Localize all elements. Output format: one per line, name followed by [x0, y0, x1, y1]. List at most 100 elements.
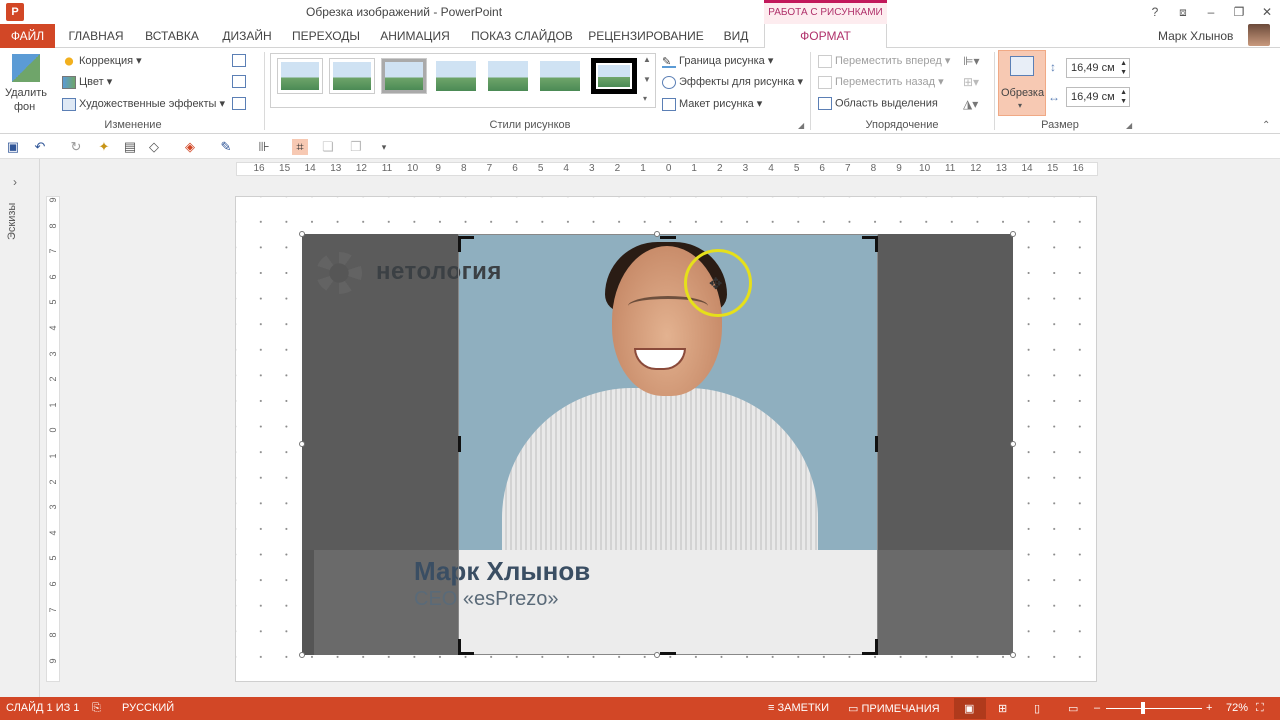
bring-front-qat-icon[interactable]: ❏ [320, 139, 336, 155]
zoom-out-icon[interactable]: – [1094, 702, 1100, 714]
zoom-slider-track[interactable] [1106, 708, 1202, 709]
style-thumb-3[interactable] [381, 58, 427, 94]
language-indicator[interactable]: РУССКИЙ [122, 702, 174, 714]
style-thumb-1[interactable] [277, 58, 323, 94]
group-objects-icon[interactable]: ⊞▾ [963, 75, 979, 89]
tab-transitions[interactable]: ПЕРЕХОДЫ [288, 24, 364, 48]
zoom-level[interactable]: 72% [1226, 702, 1248, 714]
spellcheck-icon[interactable]: ⎘ [92, 702, 101, 715]
slide-counter[interactable]: СЛАЙД 1 ИЗ 1 [6, 702, 79, 714]
send-backward-button[interactable]: Переместить назад ▾ [818, 75, 944, 89]
remove-bg-label2[interactable]: фон [14, 101, 35, 113]
resize-handle-left[interactable] [299, 441, 305, 447]
fit-slide-icon[interactable]: ⛶ [1256, 702, 1264, 715]
tab-view[interactable]: ВИД [714, 24, 758, 48]
tab-home[interactable]: ГЛАВНАЯ [62, 24, 130, 48]
align-icon[interactable]: ⊫▾ [963, 54, 979, 68]
v-ruler-number: 4 [48, 530, 58, 536]
fill-color-icon[interactable]: ◈ [182, 139, 198, 155]
zoom-in-icon[interactable]: + [1206, 702, 1212, 714]
picture-effects-button[interactable]: Эффекты для рисунка ▾ [662, 75, 803, 89]
crop-dropdown-icon[interactable]: ▾ [1018, 101, 1022, 110]
gallery-more-icon[interactable]: ▾ [643, 94, 647, 103]
picture-layout-button[interactable]: Макет рисунка ▾ [662, 97, 762, 111]
powerpoint-app-icon[interactable]: P [6, 3, 24, 21]
save-icon[interactable]: ▣ [5, 139, 21, 155]
arrange-icon[interactable]: ⊪ [256, 139, 272, 155]
resize-handle-bottom[interactable] [654, 652, 660, 658]
remove-background-icon[interactable] [12, 54, 40, 82]
height-spinner-icon[interactable]: ▲ ▼ [1120, 59, 1129, 77]
width-field[interactable]: 16,49 см ▲ ▼ [1066, 87, 1130, 107]
tab-animation[interactable]: АНИМАЦИЯ [372, 24, 458, 48]
collapse-ribbon-icon[interactable]: ⌃ [1262, 120, 1270, 131]
crop-handle-tl-v[interactable] [458, 236, 461, 252]
change-picture-icon[interactable] [232, 75, 246, 88]
shapes-icon[interactable]: ◇ [146, 139, 162, 155]
tab-slideshow[interactable]: ПОКАЗ СЛАЙДОВ [466, 24, 578, 48]
tab-design[interactable]: ДИЗАЙН [214, 24, 280, 48]
restore-icon[interactable]: ❐ [1228, 2, 1250, 22]
style-thumb-7[interactable] [591, 58, 637, 94]
style-thumb-6[interactable] [537, 58, 583, 94]
crop-handle-right[interactable] [875, 436, 878, 452]
reading-view-icon[interactable]: ▯ [1034, 702, 1040, 715]
tab-format[interactable]: ФОРМАТ [764, 24, 887, 49]
style-thumb-2[interactable] [329, 58, 375, 94]
gallery-down-icon[interactable]: ▼ [643, 75, 651, 84]
resize-handle-tr[interactable] [1010, 231, 1016, 237]
tab-insert[interactable]: ВСТАВКА [138, 24, 206, 48]
style-thumb-4[interactable] [433, 58, 479, 94]
sorter-view-icon[interactable]: ⊞ [998, 702, 1007, 715]
notes-button[interactable]: ≡ ЗАМЕТКИ [768, 702, 829, 714]
crop-handle-bl-v[interactable] [458, 639, 461, 655]
gallery-up-icon[interactable]: ▲ [643, 55, 651, 64]
styles-dialog-launcher-icon[interactable]: ◢ [798, 121, 804, 130]
customize-qat-icon[interactable]: ▾ [376, 139, 392, 155]
artistic-effects-button[interactable]: Художественные эффекты ▾ [62, 97, 225, 111]
crop-handle-tr-v[interactable] [875, 236, 878, 252]
bring-forward-button[interactable]: Переместить вперед ▾ [818, 54, 950, 68]
crop-handle-bottom[interactable] [660, 652, 676, 655]
avatar[interactable] [1248, 24, 1270, 46]
redo-icon[interactable]: ↻ [68, 139, 84, 155]
resize-handle-top[interactable] [654, 231, 660, 237]
ribbon-display-icon[interactable]: ⧈ [1172, 2, 1194, 22]
minimize-icon[interactable]: – [1200, 2, 1222, 22]
comments-button[interactable]: ▭ ПРИМЕЧАНИЯ [848, 702, 940, 715]
correction-button[interactable]: Коррекция ▾ [62, 54, 142, 68]
slideshow-view-icon[interactable]: ▭ [1068, 702, 1078, 715]
outline-color-icon[interactable]: ✎ [218, 139, 234, 155]
resize-handle-right[interactable] [1010, 441, 1016, 447]
tab-review[interactable]: РЕЦЕНЗИРОВАНИЕ [586, 24, 706, 48]
width-spinner-icon[interactable]: ▲ ▼ [1120, 88, 1129, 106]
reset-picture-icon[interactable] [232, 97, 246, 110]
rotate-icon[interactable]: ◮▾ [963, 97, 978, 111]
crop-handle-left[interactable] [458, 436, 461, 452]
close-icon[interactable]: ✕ [1256, 2, 1278, 22]
zoom-slider-thumb[interactable] [1141, 702, 1145, 714]
crop-handle-top[interactable] [660, 236, 676, 239]
format-painter-icon[interactable]: ✦ [96, 139, 112, 155]
height-field[interactable]: 16,49 см ▲ ▼ [1066, 58, 1130, 78]
send-back-qat-icon[interactable]: ❐ [348, 139, 364, 155]
crop-qat-icon[interactable]: ⌗ [292, 139, 308, 155]
style-thumb-5[interactable] [485, 58, 531, 94]
textbox-icon[interactable]: ▤ [122, 139, 138, 155]
picture-border-button[interactable]: ✎ Граница рисунка ▾ [662, 54, 773, 68]
resize-handle-tl[interactable] [299, 231, 305, 237]
selection-pane-button[interactable]: Область выделения [818, 97, 938, 110]
compress-icon[interactable] [232, 54, 246, 67]
help-icon[interactable]: ? [1144, 2, 1166, 22]
remove-bg-label1[interactable]: Удалить [5, 87, 47, 99]
resize-handle-br[interactable] [1010, 652, 1016, 658]
crop-handle-br-v[interactable] [875, 639, 878, 655]
crop-region[interactable] [458, 234, 878, 655]
resize-handle-bl[interactable] [299, 652, 305, 658]
thumbnails-label[interactable]: Эскизы [6, 180, 18, 240]
user-name[interactable]: Марк Хлынов [1158, 29, 1233, 43]
tab-file[interactable]: ФАЙЛ [0, 24, 55, 48]
size-dialog-launcher-icon[interactable]: ◢ [1126, 121, 1132, 130]
undo-icon[interactable]: ↶ [32, 139, 48, 155]
color-button[interactable]: Цвет ▾ [62, 75, 112, 89]
